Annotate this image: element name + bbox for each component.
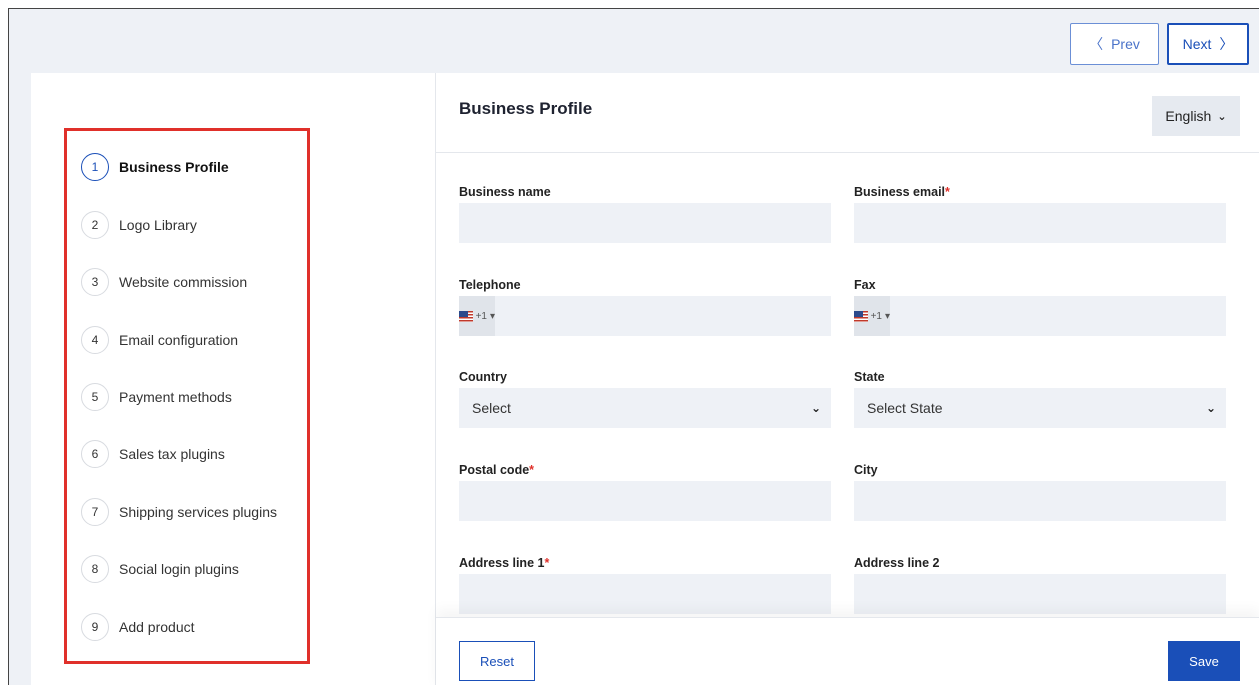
required-marker: * (544, 556, 550, 570)
business-profile-form: Business Profile English ⌄ Business name… (435, 73, 1259, 685)
step-add-product[interactable]: 9 Add product (81, 611, 195, 643)
postal-code-label: Postal code* (459, 463, 535, 477)
telephone-label: Telephone (459, 278, 521, 292)
language-value: English (1165, 108, 1212, 124)
step-label: Add product (119, 619, 195, 635)
step-number: 6 (81, 440, 109, 468)
required-marker: * (529, 463, 535, 477)
language-select[interactable]: English ⌄ (1152, 96, 1240, 136)
page-title: Business Profile (459, 99, 593, 118)
save-button[interactable]: Save (1168, 641, 1240, 681)
stepper-highlight-box: 1 Business Profile 2 Logo Library 3 Webs… (64, 128, 310, 664)
prev-label: Prev (1111, 36, 1140, 52)
us-flag-icon (459, 310, 473, 322)
country-label: Country (459, 370, 507, 384)
step-label: Email configuration (119, 332, 239, 348)
step-label: Social login plugins (119, 561, 239, 577)
address-line-2-label: Address line 2 (854, 556, 940, 570)
country-select[interactable]: Select ⌄ (459, 388, 831, 428)
stepper-panel: 1 Business Profile 2 Logo Library 3 Webs… (31, 73, 435, 685)
step-label: Business Profile (119, 159, 229, 175)
step-number: 1 (81, 153, 109, 181)
step-label: Shipping services plugins (119, 504, 277, 520)
step-label: Logo Library (119, 217, 197, 233)
business-email-input[interactable] (854, 203, 1226, 243)
address-line-1-label: Address line 1* (459, 556, 550, 570)
address-line-1-input[interactable] (459, 574, 831, 614)
telephone-field[interactable]: +1 ▾ (459, 296, 831, 336)
step-website-commission[interactable]: 3 Website commission (81, 266, 247, 298)
address-line-2-input[interactable] (854, 574, 1226, 614)
form-header: Business Profile English ⌄ (436, 73, 1259, 153)
step-number: 4 (81, 326, 109, 354)
country-code-selector[interactable]: +1 ▾ (459, 296, 495, 336)
prev-button[interactable]: 〈 Prev (1070, 23, 1159, 65)
fax-label: Fax (854, 278, 876, 292)
state-select[interactable]: Select State ⌄ (854, 388, 1226, 428)
business-name-label: Business name (459, 185, 551, 199)
app-frame: 〈 Prev Next 〉 1 Business Profile 2 Logo … (8, 8, 1259, 685)
state-label: State (854, 370, 885, 384)
chevron-down-icon: ⌄ (810, 401, 821, 415)
country-value: Select (472, 400, 511, 416)
reset-button[interactable]: Reset (459, 641, 535, 681)
step-number: 7 (81, 498, 109, 526)
city-input[interactable] (854, 481, 1226, 521)
chevron-left-icon: 〈 (1089, 36, 1104, 52)
chevron-down-icon: ⌄ (1217, 110, 1227, 123)
next-button[interactable]: Next 〉 (1167, 23, 1249, 65)
caret-down-icon: ▾ (884, 310, 890, 322)
step-social-login-plugins[interactable]: 8 Social login plugins (81, 553, 239, 585)
dial-code: +1 (870, 310, 882, 322)
city-label: City (854, 463, 878, 477)
top-navigation: 〈 Prev Next 〉 (1070, 23, 1249, 65)
step-number: 2 (81, 211, 109, 239)
state-value: Select State (867, 400, 943, 416)
dial-code: +1 (475, 310, 487, 322)
step-label: Website commission (119, 274, 248, 290)
form-footer: Reset Save (436, 617, 1259, 685)
step-number: 3 (81, 268, 109, 296)
step-label: Sales tax plugins (119, 446, 225, 462)
chevron-down-icon: ⌄ (1205, 401, 1216, 415)
step-number: 5 (81, 383, 109, 411)
step-payment-methods[interactable]: 5 Payment methods (81, 381, 232, 413)
step-sales-tax-plugins[interactable]: 6 Sales tax plugins (81, 438, 225, 470)
us-flag-icon (854, 310, 868, 322)
step-shipping-services-plugins[interactable]: 7 Shipping services plugins (81, 496, 277, 528)
business-email-label: Business email* (854, 185, 950, 199)
caret-down-icon: ▾ (489, 310, 495, 322)
next-label: Next (1182, 36, 1212, 52)
step-business-profile[interactable]: 1 Business Profile (81, 151, 229, 183)
step-number: 8 (81, 555, 109, 583)
chevron-right-icon: 〉 (1219, 36, 1234, 52)
required-marker: * (945, 185, 950, 199)
step-number: 9 (81, 613, 109, 641)
country-code-selector[interactable]: +1 ▾ (854, 296, 890, 336)
postal-code-input[interactable] (459, 481, 831, 521)
business-name-input[interactable] (459, 203, 831, 243)
fax-field[interactable]: +1 ▾ (854, 296, 1226, 336)
step-email-configuration[interactable]: 4 Email configuration (81, 324, 238, 356)
step-label: Payment methods (119, 389, 232, 405)
step-logo-library[interactable]: 2 Logo Library (81, 209, 197, 241)
